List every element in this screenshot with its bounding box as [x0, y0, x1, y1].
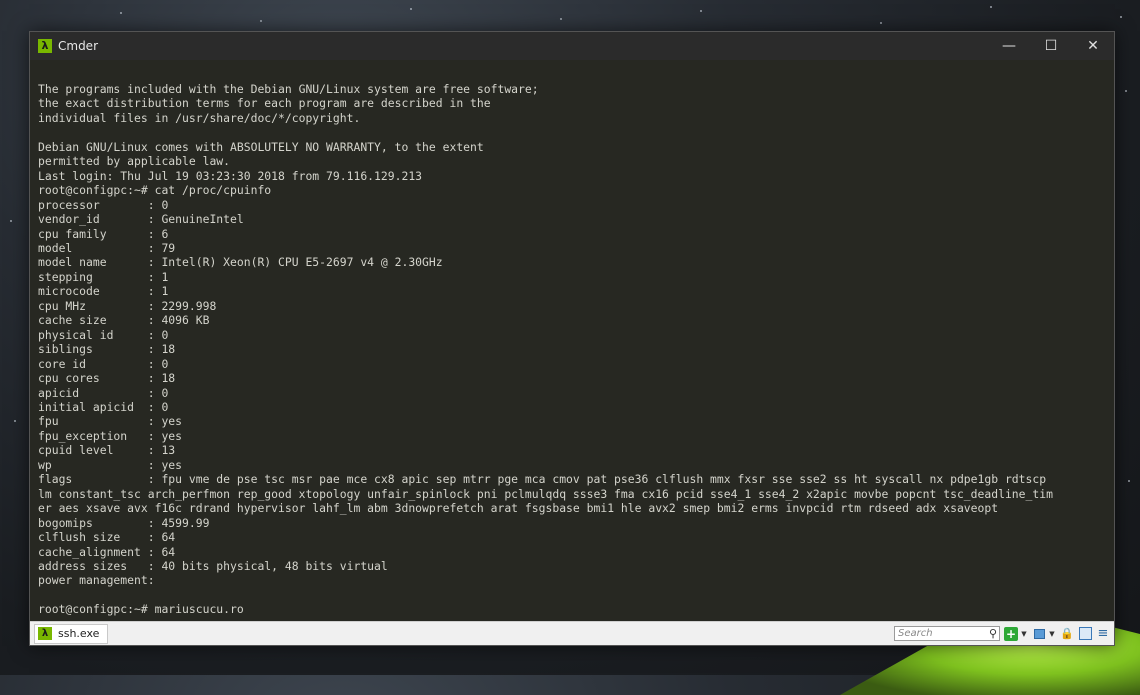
terminal-text[interactable]: The programs included with the Debian GN… — [38, 82, 1114, 617]
star — [560, 18, 562, 20]
terminal-line: fpu : yes — [38, 414, 183, 429]
tab-label: ssh.exe — [58, 627, 100, 640]
terminal-line: root@configpc:~# cat /proc/cpuinfo — [38, 183, 272, 198]
star — [990, 6, 992, 8]
console-tab[interactable]: λ ssh.exe — [34, 623, 109, 644]
terminal-line: the exact distribution terms for each pr… — [38, 96, 491, 111]
terminal-line: core id : 0 — [38, 356, 169, 371]
terminal-line: cache_alignment : 64 — [38, 544, 176, 559]
terminal-line: address sizes : 40 bits physical, 48 bit… — [38, 558, 388, 573]
terminal-line: clflush size : 64 — [38, 530, 176, 545]
star — [410, 8, 412, 10]
monitor-button[interactable] — [1032, 627, 1046, 641]
search-input[interactable]: Search ⚲ — [894, 626, 1000, 641]
terminal-line: flags : fpu vme de pse tsc msr pae mce c… — [38, 472, 1047, 487]
terminal-line: cpu MHz : 2299.998 — [38, 298, 217, 313]
star — [700, 10, 702, 12]
chevron-down-icon[interactable]: ▼ — [1048, 627, 1056, 641]
terminal-line: Debian GNU/Linux comes with ABSOLUTELY N… — [38, 139, 484, 154]
terminal-line: initial apicid : 0 — [38, 399, 169, 414]
terminal-line: lm constant_tsc arch_perfmon rep_good xt… — [38, 486, 1053, 501]
title-bar[interactable]: λ Cmder — ☐ ✕ — [30, 32, 1114, 60]
terminal-line: model name : Intel(R) Xeon(R) CPU E5-269… — [38, 255, 443, 270]
terminal-line: permitted by applicable law. — [38, 154, 231, 169]
star — [120, 12, 122, 14]
lock-icon[interactable]: 🔒 — [1060, 627, 1074, 641]
terminal-line: bogomips : 4599.99 — [38, 515, 210, 530]
terminal-line: wp : yes — [38, 457, 183, 472]
monitor-icon — [1033, 628, 1045, 639]
terminal-line: model : 79 — [38, 240, 176, 255]
terminal-output[interactable]: The programs included with the Debian GN… — [30, 60, 1114, 622]
star — [880, 22, 882, 24]
maximize-button[interactable]: ☐ — [1030, 32, 1072, 60]
terminal-line: microcode : 1 — [38, 284, 169, 299]
terminal-line: cpu cores : 18 — [38, 371, 176, 386]
star — [1125, 90, 1127, 92]
terminal-line: cpu family : 6 — [38, 226, 169, 241]
chevron-down-icon[interactable]: ▼ — [1020, 627, 1028, 641]
terminal-line: Last login: Thu Jul 19 03:23:30 2018 fro… — [38, 168, 423, 183]
terminal-line: siblings : 18 — [38, 342, 176, 357]
split-view-icon — [1078, 627, 1092, 640]
search-icon[interactable]: ⚲ — [989, 627, 999, 640]
search-placeholder: Search — [898, 628, 933, 639]
star — [10, 220, 12, 222]
terminal-line: fpu_exception : yes — [38, 428, 183, 443]
star — [1128, 480, 1130, 482]
terminal-line: individual files in /usr/share/doc/*/cop… — [38, 110, 361, 125]
add-console-icon[interactable]: + — [1004, 626, 1018, 641]
star — [260, 20, 262, 22]
menu-icon[interactable]: ≡ — [1096, 626, 1110, 641]
star — [14, 420, 16, 422]
terminal-line: cpuid level : 13 — [38, 443, 176, 458]
terminal-line: power management: — [38, 573, 155, 588]
terminal-line: physical id : 0 — [38, 327, 169, 342]
lambda-icon: λ — [38, 627, 52, 640]
terminal-line: processor : 0 — [38, 197, 169, 212]
split-view-button[interactable] — [1078, 627, 1092, 641]
terminal-line: apicid : 0 — [38, 385, 169, 400]
terminal-line: The programs included with the Debian GN… — [38, 82, 539, 96]
window-title: Cmder — [58, 39, 99, 53]
terminal-line: cache size : 4096 KB — [38, 313, 210, 328]
star — [1120, 16, 1122, 18]
terminal-line: vendor_id : GenuineIntel — [38, 212, 244, 227]
terminal-line: root@configpc:~# mariuscucu.ro — [38, 602, 244, 617]
minimize-button[interactable]: — — [988, 32, 1030, 60]
lambda-icon: λ — [38, 39, 52, 53]
status-bar: λ ssh.exe Search ⚲ + ▼ ▼ 🔒 ≡ — [30, 621, 1114, 645]
cmder-window: λ Cmder — ☐ ✕ The programs included with… — [29, 31, 1115, 646]
terminal-line: er aes xsave avx f16c rdrand hypervisor … — [38, 501, 999, 516]
close-button[interactable]: ✕ — [1072, 32, 1114, 60]
terminal-line: stepping : 1 — [38, 269, 169, 284]
